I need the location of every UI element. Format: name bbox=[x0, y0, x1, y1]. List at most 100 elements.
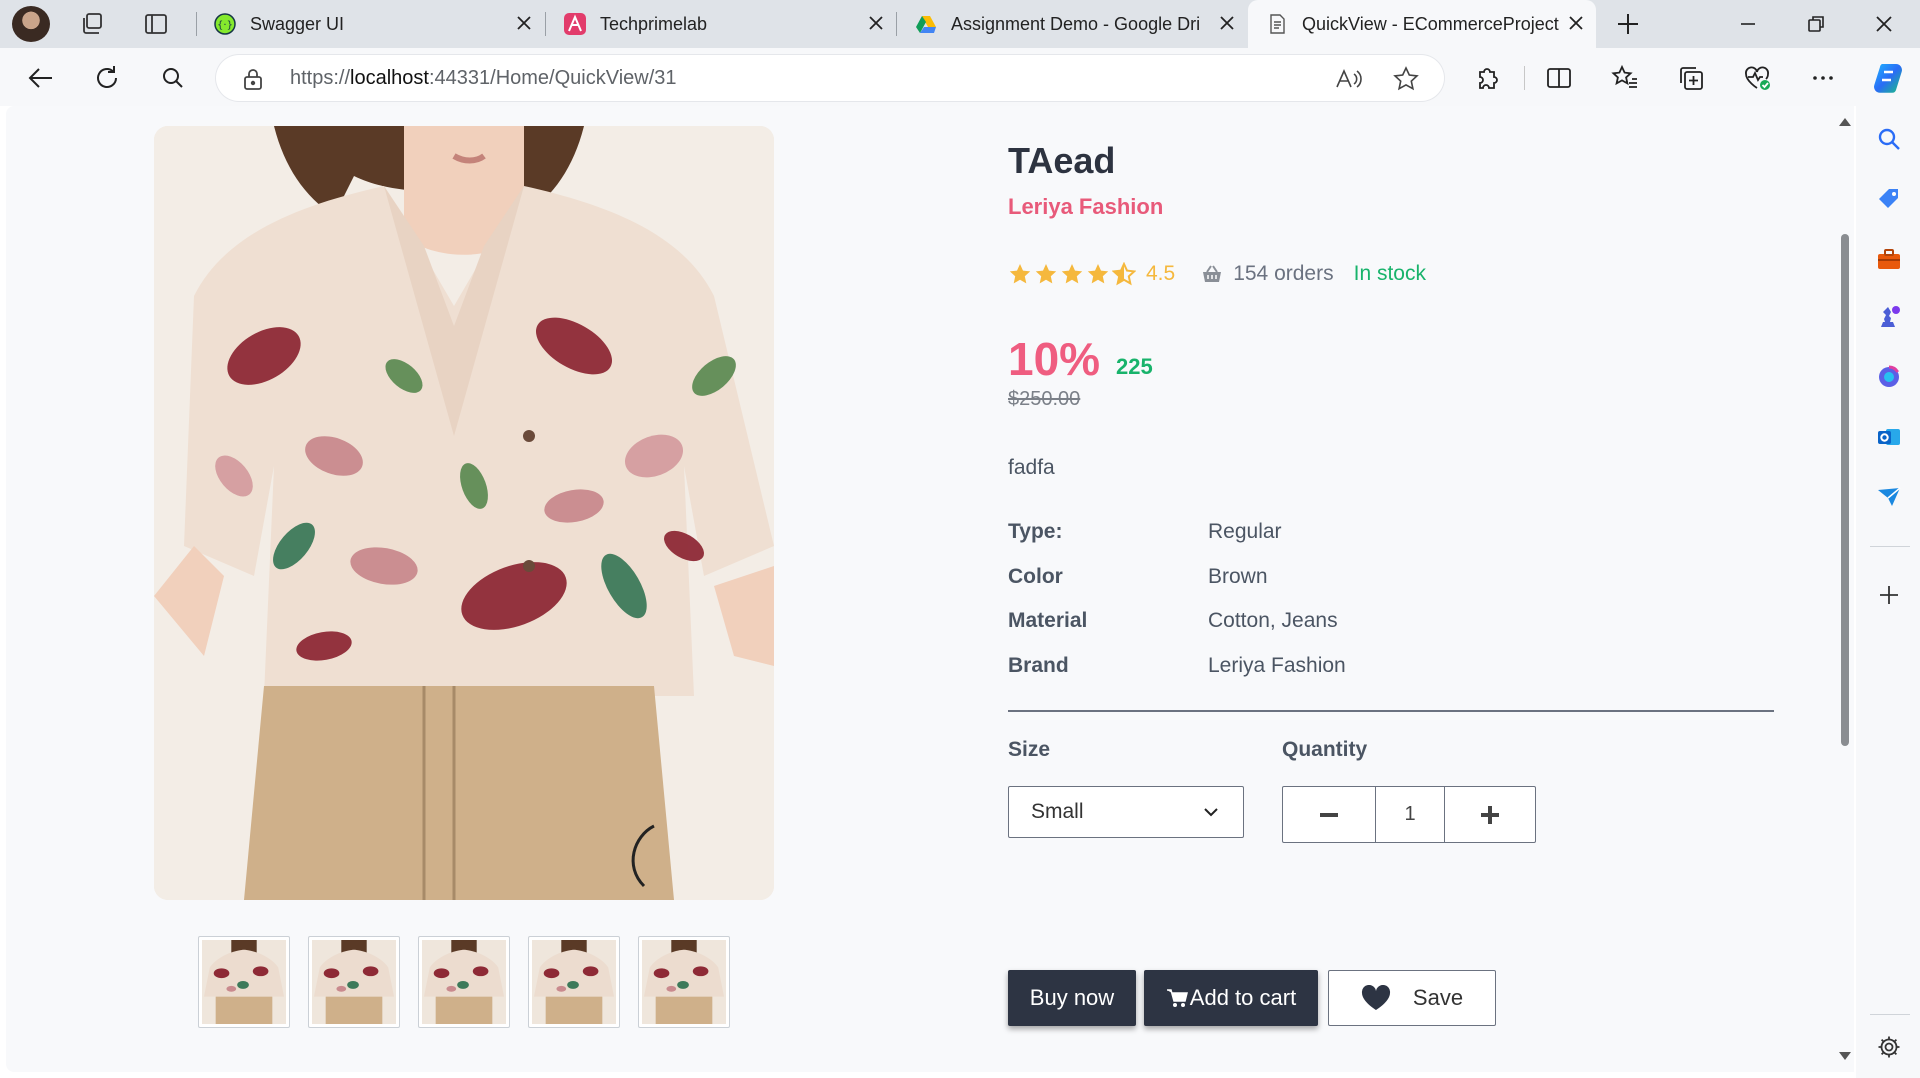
product-description: fadfa bbox=[1008, 456, 1055, 479]
back-icon[interactable] bbox=[26, 63, 56, 93]
tab-techprimelab[interactable]: Techprimelab bbox=[546, 0, 896, 48]
tab-title: QuickView - ECommerceProject bbox=[1302, 13, 1559, 34]
basket-icon bbox=[1203, 265, 1222, 282]
drop-send-icon[interactable] bbox=[1876, 484, 1902, 510]
save-label: Save bbox=[1412, 985, 1464, 1010]
add-sidebar-app-icon[interactable] bbox=[1876, 582, 1902, 608]
sidebar-search-icon[interactable] bbox=[1876, 126, 1902, 152]
buy-now-button[interactable]: Buy now bbox=[1008, 970, 1136, 1026]
heart-icon bbox=[1361, 985, 1390, 1010]
tools-icon[interactable] bbox=[1876, 246, 1902, 272]
url-text[interactable]: https://localhost:44331/Home/QuickView/3… bbox=[290, 67, 677, 90]
thumbnail-1[interactable] bbox=[198, 936, 290, 1028]
shopping-tag-icon[interactable] bbox=[1876, 186, 1902, 212]
spec-row: Color Brown bbox=[1008, 555, 1508, 600]
tab-google-drive[interactable]: Assignment Demo - Google Dri bbox=[897, 0, 1247, 48]
lock-icon[interactable] bbox=[242, 67, 264, 91]
spec-row: Material Cotton, Jeans bbox=[1008, 599, 1508, 644]
minimize-icon[interactable] bbox=[1734, 10, 1762, 38]
refresh-icon[interactable] bbox=[92, 63, 122, 93]
address-toolbar: https://localhost:44331/Home/QuickView/3… bbox=[0, 48, 1920, 106]
search-icon[interactable] bbox=[158, 63, 188, 93]
collections-icon[interactable] bbox=[1676, 63, 1706, 93]
close-window-icon[interactable] bbox=[1870, 10, 1898, 38]
buy-now-label: Buy now bbox=[1029, 985, 1115, 1010]
spec-key: Brand bbox=[1008, 654, 1069, 678]
read-aloud-icon[interactable] bbox=[1334, 65, 1362, 93]
star-icon bbox=[1035, 264, 1057, 284]
add-to-cart-button[interactable]: Add to cart bbox=[1144, 970, 1318, 1026]
star-icon bbox=[1061, 264, 1083, 284]
swagger-favicon-icon: {·} bbox=[214, 13, 236, 35]
thumbnail-2[interactable] bbox=[308, 936, 400, 1028]
tab-quickview[interactable]: QuickView - ECommerceProject bbox=[1248, 0, 1596, 48]
close-icon[interactable] bbox=[1217, 13, 1237, 33]
half-star-icon bbox=[1112, 262, 1136, 286]
tab-title: Assignment Demo - Google Dri bbox=[951, 13, 1201, 34]
chevron-down-icon bbox=[1204, 808, 1218, 817]
outlook-icon[interactable] bbox=[1876, 424, 1902, 450]
current-price: 225 bbox=[1116, 354, 1153, 379]
health-icon[interactable] bbox=[1742, 63, 1772, 93]
divider bbox=[1008, 710, 1774, 712]
copilot-icon[interactable] bbox=[1870, 60, 1906, 96]
save-button[interactable]: Save bbox=[1328, 970, 1496, 1026]
more-icon[interactable] bbox=[1808, 63, 1838, 93]
product-title: TAead bbox=[1008, 140, 1116, 181]
spec-key: Color bbox=[1008, 564, 1063, 588]
add-to-cart-label: Add to cart bbox=[1189, 985, 1297, 1010]
address-bar[interactable]: https://localhost:44331/Home/QuickView/3… bbox=[216, 55, 1444, 101]
rating-value: 4.5 bbox=[1146, 262, 1176, 285]
page-viewport: TAead Leriya Fashion 4.5 154 orders In s… bbox=[6, 106, 1854, 1072]
discount-percent: 10% bbox=[1008, 333, 1101, 385]
scroll-down-arrow[interactable] bbox=[1839, 1052, 1851, 1060]
extensions-icon[interactable] bbox=[1472, 63, 1502, 93]
thumbnail-4[interactable] bbox=[528, 936, 620, 1028]
size-label: Size bbox=[1008, 738, 1051, 761]
cart-icon bbox=[1166, 989, 1188, 1007]
spec-value: Brown bbox=[1208, 564, 1268, 588]
thumbnail-5[interactable] bbox=[638, 936, 730, 1028]
size-select[interactable]: Small bbox=[1008, 786, 1244, 838]
restore-icon[interactable] bbox=[1802, 10, 1830, 38]
quantity-decrease-button[interactable] bbox=[1283, 787, 1375, 842]
close-icon[interactable] bbox=[866, 13, 886, 33]
spec-table: Type: Regular Color Brown Material Cotton, … bbox=[1008, 510, 1508, 688]
minus-icon bbox=[1320, 812, 1338, 817]
scroll-up-arrow[interactable] bbox=[1839, 118, 1851, 126]
tab-title: Swagger UI bbox=[250, 13, 345, 34]
tab-strip: {·} Swagger UI Techprimelab Assignment D… bbox=[0, 0, 1920, 48]
spec-row: Brand Leriya Fashion bbox=[1008, 644, 1508, 689]
tab-actions-icon[interactable] bbox=[142, 10, 170, 38]
thumbnail-strip bbox=[198, 936, 730, 1028]
favorite-star-icon[interactable] bbox=[1392, 65, 1420, 93]
quantity-label: Quantity bbox=[1282, 738, 1368, 761]
rating-row: 4.5 154 orders In stock bbox=[1008, 260, 1426, 288]
games-icon[interactable] bbox=[1876, 304, 1902, 330]
profile-avatar[interactable] bbox=[12, 6, 50, 42]
google-drive-favicon-icon bbox=[916, 16, 936, 33]
svg-text:{·}: {·} bbox=[217, 20, 233, 31]
original-price: $250.00 bbox=[1008, 388, 1081, 410]
page-scrollbar[interactable] bbox=[1836, 106, 1854, 1072]
tab-title: Techprimelab bbox=[600, 13, 708, 34]
copilot-m365-icon[interactable] bbox=[1876, 364, 1902, 390]
stock-status: In stock bbox=[1353, 262, 1426, 285]
product-brand: Leriya Fashion bbox=[1008, 194, 1164, 219]
scrollbar-thumb[interactable] bbox=[1841, 234, 1849, 746]
spec-key: Material bbox=[1008, 609, 1088, 633]
thumbnail-3[interactable] bbox=[418, 936, 510, 1028]
new-tab-icon[interactable] bbox=[1614, 10, 1642, 38]
quantity-input[interactable]: 1 bbox=[1375, 787, 1445, 842]
orders-count: 154 orders bbox=[1233, 262, 1334, 285]
favorites-icon[interactable] bbox=[1610, 63, 1640, 93]
product-photo bbox=[154, 126, 774, 900]
close-icon[interactable] bbox=[514, 13, 534, 33]
techprimelab-favicon-icon bbox=[564, 13, 586, 35]
tab-swagger[interactable]: {·} Swagger UI bbox=[196, 0, 544, 48]
workspaces-icon[interactable] bbox=[78, 10, 106, 38]
close-icon[interactable] bbox=[1566, 13, 1586, 33]
split-screen-icon[interactable] bbox=[1544, 63, 1574, 93]
quantity-increase-button[interactable] bbox=[1445, 787, 1535, 842]
settings-icon[interactable] bbox=[1876, 1034, 1902, 1060]
